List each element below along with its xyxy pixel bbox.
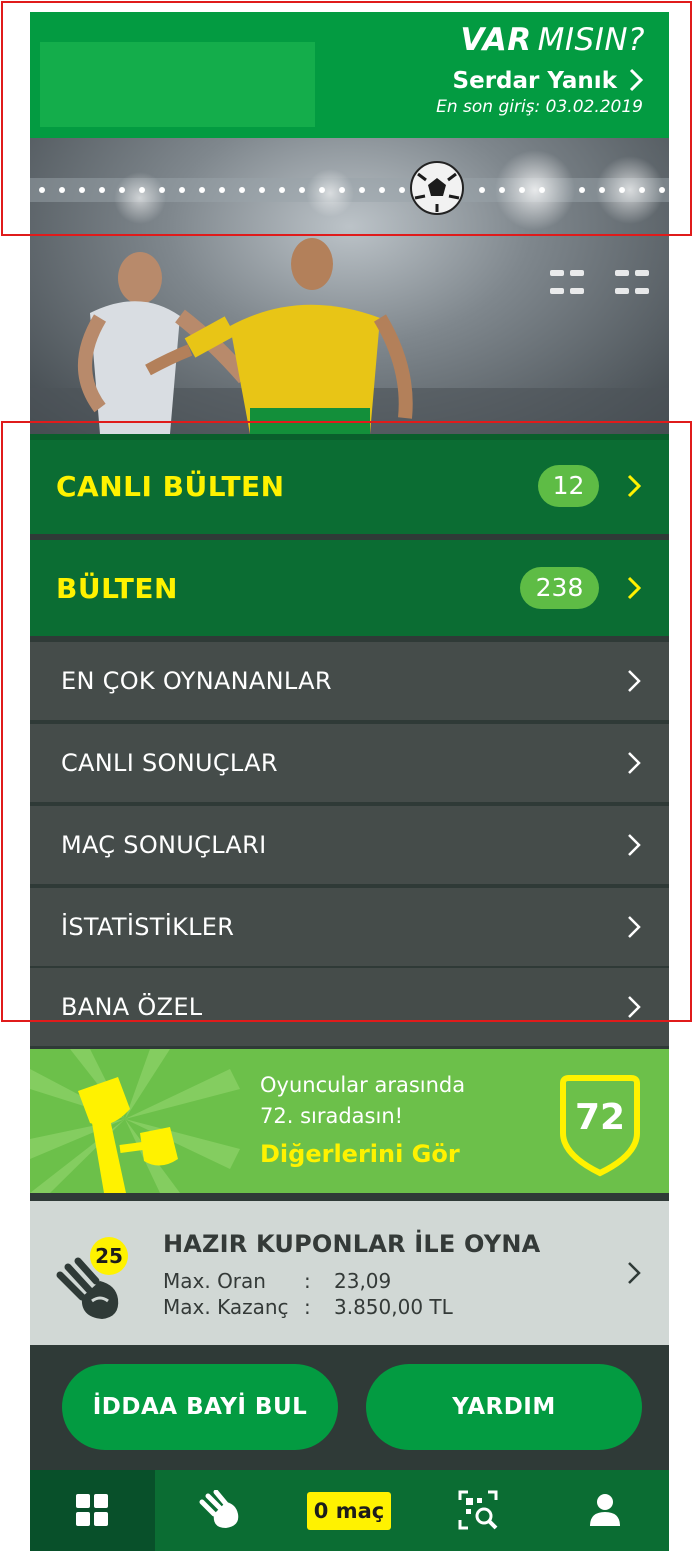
brand-light: MISIN?: [537, 22, 645, 58]
qr-scan-icon: [458, 1490, 498, 1530]
match-count-badge[interactable]: 0 maç: [307, 1492, 391, 1530]
chevron-right-icon: [628, 1262, 641, 1284]
chevron-right-icon: [627, 474, 641, 498]
menu-item-label: BANA ÖZEL: [61, 993, 203, 1021]
find-dealer-button[interactable]: İDDAA BAYİ BUL: [62, 1364, 338, 1450]
ranking-text-line1: Oyuncular arasında: [260, 1073, 466, 1097]
bulletin-row[interactable]: BÜLTEN 238: [30, 540, 669, 636]
menu-item-most-played[interactable]: EN ÇOK OYNANANLAR: [30, 642, 669, 720]
menu-item-statistics[interactable]: İSTATİSTİKLER: [30, 888, 669, 966]
last-login-text: En son giriş: 03.02.2019: [436, 97, 643, 117]
chevron-right-icon: [628, 916, 641, 938]
rank-number: 72: [574, 1097, 626, 1138]
coupon-count-badge: 25: [90, 1237, 128, 1275]
coupons-title: HAZIR KUPONLAR İLE OYNA: [163, 1230, 541, 1258]
menu-item-personal[interactable]: BANA ÖZEL: [30, 968, 669, 1046]
chevron-right-icon: [628, 996, 641, 1018]
menu-item-match-results[interactable]: MAÇ SONUÇLARI: [30, 806, 669, 884]
see-others-link[interactable]: Diğerlerini Gör: [260, 1140, 460, 1168]
user-name-link[interactable]: Serdar Yanık: [453, 68, 617, 94]
hero-banner: [30, 138, 669, 434]
logo-placeholder: [40, 42, 315, 127]
chevron-right-icon: [628, 670, 641, 692]
separator: :: [304, 1295, 311, 1319]
user-icon: [590, 1494, 620, 1526]
hand-pointer-icon: [199, 1490, 239, 1528]
bottom-nav: 0 maç: [30, 1470, 669, 1551]
chevron-right-icon: [627, 576, 641, 600]
chevron-right-icon: [628, 834, 641, 856]
nav-home[interactable]: [30, 1470, 155, 1551]
bulletin-label: BÜLTEN: [56, 572, 178, 605]
nav-coupons[interactable]: [190, 1470, 250, 1551]
menu-item-label: CANLI SONUÇLAR: [61, 749, 278, 777]
separator: :: [304, 1269, 311, 1293]
ranking-text-line2: 72. sıradasın!: [260, 1104, 404, 1128]
help-button[interactable]: YARDIM: [366, 1364, 642, 1450]
grid-icon: [76, 1494, 108, 1526]
max-win-label: Max. Kazanç: [163, 1295, 289, 1319]
live-bulletin-count-badge: 12: [538, 465, 599, 507]
chevron-right-icon: [628, 752, 641, 774]
menu-item-live-results[interactable]: CANLI SONUÇLAR: [30, 724, 669, 802]
live-bulletin-label: CANLI BÜLTEN: [56, 470, 285, 503]
max-odds-value: 23,09: [334, 1269, 392, 1293]
hero-illustration: [30, 150, 669, 434]
menu-item-label: MAÇ SONUÇLARI: [61, 831, 267, 859]
menu-item-label: İSTATİSTİKLER: [61, 913, 235, 941]
max-win-line: Max. Kazanç : 3.850,00 TL: [163, 1295, 523, 1321]
ranking-banner[interactable]: Oyuncular arasında 72. sıradasın! Diğerl…: [30, 1049, 669, 1193]
ready-coupons-card[interactable]: 25 HAZIR KUPONLAR İLE OYNA Max. Oran : 2…: [30, 1201, 669, 1345]
nav-scan[interactable]: [450, 1470, 510, 1551]
brand-bold: VAR: [460, 22, 532, 58]
brand-logo: VAR MISIN?: [460, 22, 645, 58]
bulletin-count-badge: 238: [520, 567, 599, 609]
chevron-right-icon[interactable]: [627, 66, 645, 94]
nav-profile[interactable]: [575, 1470, 635, 1551]
max-odds-line: Max. Oran : 23,09: [163, 1269, 523, 1295]
live-bulletin-row[interactable]: CANLI BÜLTEN 12: [30, 440, 669, 534]
app-header: VAR MISIN? Serdar Yanık En son giriş: 03.…: [30, 12, 669, 138]
max-win-value: 3.850,00 TL: [334, 1295, 453, 1319]
menu-item-label: EN ÇOK OYNANANLAR: [61, 667, 332, 695]
max-odds-label: Max. Oran: [163, 1269, 266, 1293]
app-screen: VAR MISIN? Serdar Yanık En son giriş: 03.…: [30, 12, 669, 1551]
trophy-icon: [30, 1049, 240, 1193]
